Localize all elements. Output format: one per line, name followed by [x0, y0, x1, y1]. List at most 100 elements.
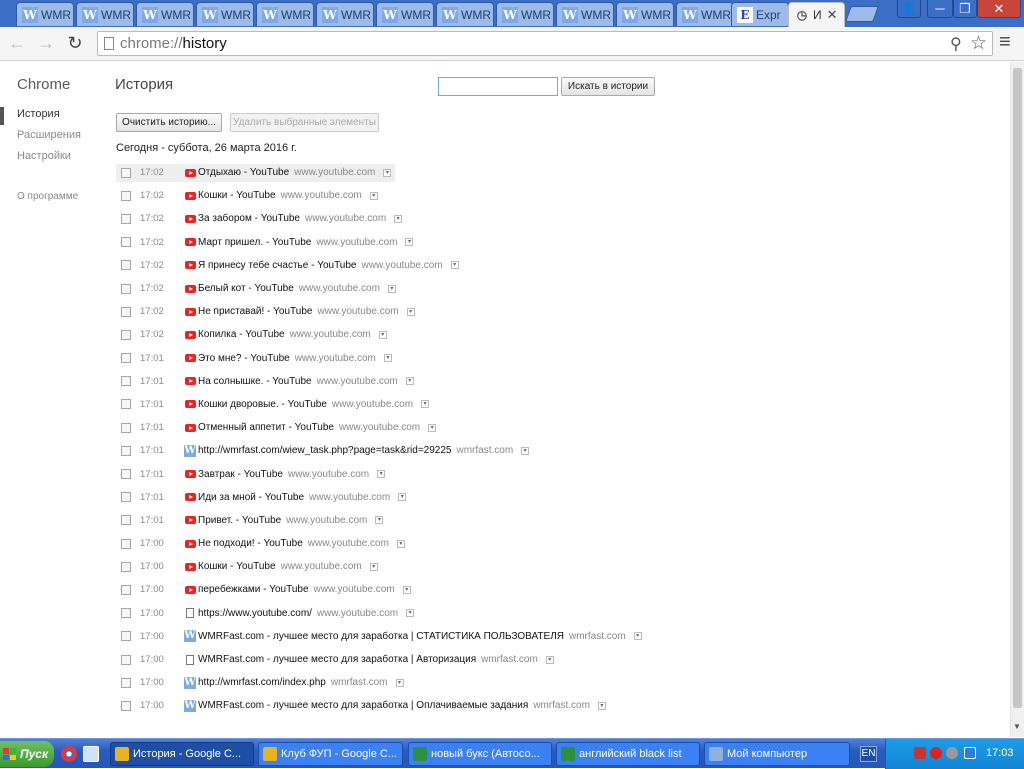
row-menu-icon[interactable]: ▾ [383, 354, 392, 363]
start-button[interactable]: Пуск [0, 741, 54, 767]
row-checkbox[interactable] [121, 283, 131, 294]
row-checkbox[interactable] [121, 538, 131, 549]
row-menu-icon[interactable]: ▾ [387, 284, 396, 293]
zoom-icon[interactable]: ⚲ [950, 34, 962, 54]
history-row[interactable]: 17:00 WMRFast.com - лучшее место для зара… [116, 648, 996, 671]
row-checkbox[interactable] [121, 469, 131, 480]
history-row[interactable]: 17:01 На солнышке. - YouTube www.youtube.c… [116, 370, 996, 393]
row-checkbox[interactable] [121, 306, 131, 317]
row-menu-icon[interactable]: ▾ [377, 470, 386, 479]
entry-title-link[interactable]: За забором - YouTube [198, 213, 300, 224]
row-menu-icon[interactable]: ▾ [406, 609, 415, 618]
tab-13[interactable]: ◷ И ✕ [788, 2, 845, 27]
entry-title-link[interactable]: Кошки дворовые. - YouTube [198, 399, 327, 410]
entry-title-link[interactable]: Не подходи! - YouTube [198, 538, 303, 549]
entry-title-link[interactable]: Я принесу тебе счастье - YouTube [198, 260, 357, 271]
row-menu-icon[interactable]: ▾ [396, 539, 405, 548]
row-checkbox[interactable] [121, 167, 131, 178]
row-checkbox[interactable] [121, 700, 131, 711]
row-menu-icon[interactable]: ▾ [428, 423, 437, 432]
row-checkbox[interactable] [121, 584, 131, 595]
scroll-down-icon[interactable]: ▼ [1013, 722, 1021, 731]
row-checkbox[interactable] [121, 260, 131, 271]
row-checkbox[interactable] [121, 399, 131, 410]
entry-title-link[interactable]: Копилка - YouTube [198, 329, 285, 340]
entry-title-link[interactable]: Это мне? - YouTube [198, 353, 290, 364]
history-row[interactable]: 17:00 W WMRFast.com - лучшее место для зар… [116, 694, 996, 717]
chrome-quicklaunch-icon[interactable] [61, 746, 77, 762]
row-checkbox[interactable] [121, 329, 131, 340]
desktop-quicklaunch-icon[interactable] [83, 746, 99, 762]
row-menu-icon[interactable]: ▾ [633, 632, 642, 641]
history-row[interactable]: 17:02 Я принесу тебе счастье - YouTube www… [116, 254, 996, 277]
row-menu-icon[interactable]: ▾ [405, 238, 414, 247]
sidebar-item-settings[interactable]: Настройки [17, 150, 71, 162]
history-row[interactable]: 17:02 Белый кот - YouTube www.youtube.com ▾ [116, 277, 996, 300]
row-checkbox[interactable] [121, 422, 131, 433]
row-checkbox[interactable] [121, 353, 131, 364]
tab-6[interactable]: W WMR [376, 2, 434, 26]
entry-title-link[interactable]: http://wmrfast.com/wiew_task.php?page=ta… [198, 445, 451, 456]
entry-title-link[interactable]: Март пришел. - YouTube [198, 237, 311, 248]
row-checkbox[interactable] [121, 237, 131, 248]
taskbar-task[interactable]: Мой компьютер [704, 742, 850, 766]
taskbar-task[interactable]: История - Google C... [110, 742, 254, 766]
entry-title-link[interactable]: Кошки - YouTube [198, 190, 276, 201]
scrollbar-thumb[interactable] [1013, 68, 1022, 708]
tab-1[interactable]: W WMR [76, 2, 134, 26]
history-row[interactable]: 17:02 Отдыхаю - YouTube www.youtube.com ▾ [116, 161, 996, 184]
entry-title-link[interactable]: Завтрак - YouTube [198, 469, 283, 480]
taskbar-task[interactable]: английский black list [556, 742, 700, 766]
antivirus-icon[interactable] [930, 747, 942, 759]
maximize-button[interactable]: ❐ [953, 0, 977, 18]
tray-app-icon[interactable] [964, 747, 976, 759]
history-row[interactable]: 17:02 Март пришел. - YouTube www.youtube.c… [116, 231, 996, 254]
row-menu-icon[interactable]: ▾ [369, 562, 378, 571]
reload-icon[interactable]: ↻ [64, 32, 86, 54]
minimize-button[interactable]: ─ [927, 0, 953, 18]
row-checkbox[interactable] [121, 213, 131, 224]
entry-title-link[interactable]: перебежками - YouTube [198, 584, 309, 595]
history-row[interactable]: 17:00 Кошки - YouTube www.youtube.com ▾ [116, 555, 996, 578]
sidebar-item-history[interactable]: История [17, 108, 60, 120]
entry-title-link[interactable]: Иди за мной - YouTube [198, 492, 304, 503]
row-menu-icon[interactable]: ▾ [395, 678, 404, 687]
row-menu-icon[interactable]: ▾ [597, 701, 606, 710]
row-checkbox[interactable] [121, 376, 131, 387]
tab-close-icon[interactable]: ✕ [827, 7, 838, 23]
new-tab-button[interactable] [845, 6, 879, 22]
volume-icon[interactable] [914, 747, 926, 759]
url-text[interactable]: chrome://history [120, 35, 227, 52]
row-menu-icon[interactable]: ▾ [398, 493, 407, 502]
row-menu-icon[interactable]: ▾ [545, 655, 554, 664]
tab-2[interactable]: W WMR [136, 2, 194, 26]
taskbar-task[interactable]: Клуб ФУП - Google C... [258, 742, 403, 766]
back-icon[interactable]: ← [6, 32, 28, 54]
menu-icon[interactable]: ≡ [999, 32, 1017, 54]
history-row[interactable]: 17:01 Иди за мной - YouTube www.youtube.co… [116, 486, 996, 509]
tab-11[interactable]: W WMR [676, 2, 734, 26]
search-history-button[interactable]: Искать в истории [561, 77, 655, 96]
row-menu-icon[interactable]: ▾ [450, 261, 459, 270]
tab-0[interactable]: W WMR [16, 2, 74, 26]
row-menu-icon[interactable]: ▾ [402, 585, 411, 594]
row-menu-icon[interactable]: ▾ [378, 330, 387, 339]
entry-title-link[interactable]: WMRFast.com - лучшее место для заработка… [198, 631, 564, 642]
user-icon[interactable]: 👤 [897, 0, 921, 18]
row-checkbox[interactable] [121, 190, 131, 201]
row-checkbox[interactable] [121, 608, 131, 619]
row-menu-icon[interactable]: ▾ [405, 377, 414, 386]
clear-history-button[interactable]: Очистить историю... [116, 113, 222, 132]
network-icon[interactable] [946, 747, 958, 759]
history-row[interactable]: 17:00 Whttp://wmrfast.com/index.php wmrfas… [116, 671, 996, 694]
row-checkbox[interactable] [121, 631, 131, 642]
close-button[interactable]: ✕ [977, 0, 1021, 18]
tab-3[interactable]: W WMR [196, 2, 254, 26]
remove-selected-button[interactable]: Удалить выбранные элементы [230, 113, 379, 132]
row-checkbox[interactable] [121, 445, 131, 456]
history-row[interactable]: 17:01 Привет. - YouTube www.youtube.com ▾ [116, 509, 996, 532]
history-search-input[interactable] [438, 77, 558, 96]
sidebar-item-about[interactable]: О программе [17, 191, 78, 202]
bookmark-star-icon[interactable]: ☆ [970, 32, 987, 55]
history-row[interactable]: 17:02 Не приставай! - YouTube www.youtube.… [116, 300, 996, 323]
